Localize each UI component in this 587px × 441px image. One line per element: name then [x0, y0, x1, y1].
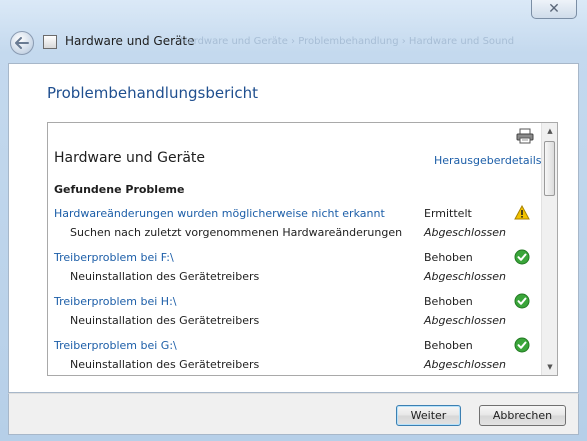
problem-subtitle: Neuinstallation des Gerätetreibers [70, 270, 260, 283]
problem-substatus: Abgeschlossen [424, 270, 506, 283]
scroll-up-arrow-icon[interactable]: ▲ [542, 123, 557, 139]
problem-substatus: Abgeschlossen [424, 358, 506, 371]
problem-substatus: Abgeschlossen [424, 314, 506, 327]
problem-subtitle: Neuinstallation des Gerätetreibers [70, 358, 260, 371]
content-area: Problembehandlungsbericht Hardware und G… [8, 63, 579, 393]
title-bar: Hardware und Geräte Hardware und Geräte … [0, 21, 587, 63]
report-title: Hardware und Geräte [54, 150, 206, 166]
close-button[interactable]: ✕ [531, 0, 577, 19]
check-icon [514, 337, 530, 353]
problem-subtitle: Neuinstallation des Gerätetreibers [70, 314, 260, 327]
problem-title[interactable]: Treiberproblem bei H:\ [54, 295, 176, 308]
close-icon: ✕ [548, 1, 560, 17]
section-title: Gefundene Probleme [54, 183, 185, 196]
problem-title[interactable]: Hardwareänderungen wurden möglicherweise… [54, 207, 385, 220]
problem-status: Behoben [424, 295, 473, 308]
problem-status: Behoben [424, 339, 473, 352]
publisher-details-link[interactable]: Herausgeberdetails [434, 154, 541, 167]
button-bar: Weiter Abbrechen [8, 393, 579, 435]
check-icon [514, 293, 530, 309]
back-button[interactable] [10, 31, 34, 55]
back-arrow-icon [15, 37, 29, 49]
troubleshooter-icon [43, 35, 57, 49]
problem-title[interactable]: Treiberproblem bei G:\ [54, 339, 177, 352]
cancel-button[interactable]: Abbrechen [479, 405, 566, 426]
check-icon [514, 249, 530, 265]
report-panel: Hardware und Geräte Herausgeberdetails G… [47, 122, 558, 376]
problem-subtitle: Suchen nach zuletzt vorgenommenen Hardwa… [70, 226, 403, 239]
problem-status: Behoben [424, 251, 473, 264]
page-title: Problembehandlungsbericht [47, 84, 259, 102]
scroll-down-arrow-icon[interactable]: ▼ [542, 359, 557, 375]
printer-icon[interactable] [516, 128, 534, 144]
warning-icon [514, 205, 530, 220]
scrollbar-thumb[interactable] [544, 141, 555, 196]
problem-substatus: Abgeschlossen [424, 226, 506, 239]
vertical-scrollbar[interactable]: ▲ ▼ [541, 123, 557, 375]
problem-status: Ermittelt [424, 207, 472, 220]
next-button[interactable]: Weiter [396, 405, 461, 426]
background-breadcrumb: Hardware und Geräte › Problembehandlung … [180, 36, 515, 47]
window-title: Hardware und Geräte [65, 34, 195, 48]
problem-title[interactable]: Treiberproblem bei F:\ [54, 251, 174, 264]
